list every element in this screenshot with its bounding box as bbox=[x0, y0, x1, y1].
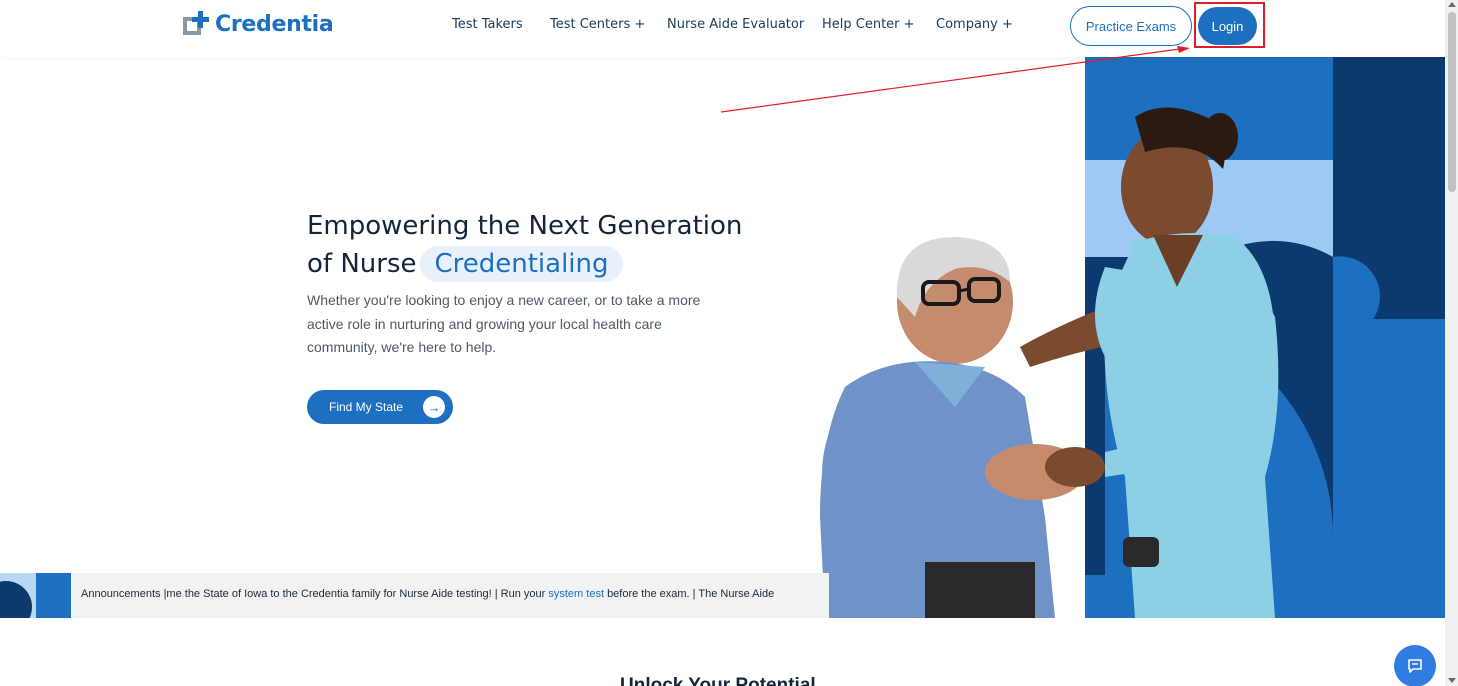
scroll-thumb[interactable] bbox=[1448, 12, 1456, 192]
chat-bubble-icon bbox=[1408, 659, 1422, 673]
page-scrollbar[interactable] bbox=[1445, 0, 1458, 686]
nav-help-center[interactable]: Help Center + bbox=[822, 17, 915, 32]
logo-text: Credentia bbox=[215, 11, 334, 37]
credentia-logo[interactable]: Credentia bbox=[183, 11, 334, 37]
nav-nurse-aide-evaluator[interactable]: Nurse Aide Evaluator bbox=[667, 17, 804, 32]
announcement-text-before: |me the State of Iowa to the Credentia f… bbox=[163, 588, 546, 600]
chat-button[interactable] bbox=[1394, 645, 1436, 686]
hero-image bbox=[820, 57, 1445, 618]
announcement-ticker: Announcements |me the State of Iowa to t… bbox=[81, 588, 774, 600]
scroll-up-arrow-icon[interactable] bbox=[1448, 2, 1456, 7]
hero-title-line1: Empowering the Next Generation bbox=[307, 211, 743, 241]
site-header: Credentia Test Takers Test Centers + Nur… bbox=[0, 0, 1445, 57]
nav-test-centers[interactable]: Test Centers + bbox=[550, 17, 645, 32]
arrow-right-icon: → bbox=[423, 396, 445, 418]
logo-mark-icon bbox=[183, 11, 209, 37]
hero-title-line2: of Nurse bbox=[307, 249, 417, 279]
announcement-bar: Announcements |me the State of Iowa to t… bbox=[0, 573, 829, 618]
nav-test-takers[interactable]: Test Takers bbox=[452, 17, 523, 32]
hero-subtitle: Whether you're looking to enjoy a new ca… bbox=[307, 292, 701, 355]
announcement-label: Announcements bbox=[81, 588, 161, 600]
section-title: Unlock Your Potential bbox=[620, 675, 816, 686]
scroll-down-arrow-icon[interactable] bbox=[1448, 678, 1456, 683]
nav-company[interactable]: Company + bbox=[936, 17, 1013, 32]
find-my-state-button[interactable]: Find My State → bbox=[307, 390, 453, 424]
login-button[interactable]: Login bbox=[1198, 7, 1257, 45]
practice-exams-button[interactable]: Practice Exams bbox=[1070, 6, 1192, 46]
find-my-state-label: Find My State bbox=[329, 400, 404, 414]
system-test-link[interactable]: system test bbox=[548, 588, 604, 600]
announcement-decoration bbox=[0, 573, 71, 618]
hero-title: Empowering the Next Generation of Nurse C… bbox=[307, 207, 743, 283]
announcement-text-after: before the exam. | The Nurse Aide bbox=[607, 588, 775, 600]
hero-title-highlight: Credentialing bbox=[420, 246, 623, 282]
